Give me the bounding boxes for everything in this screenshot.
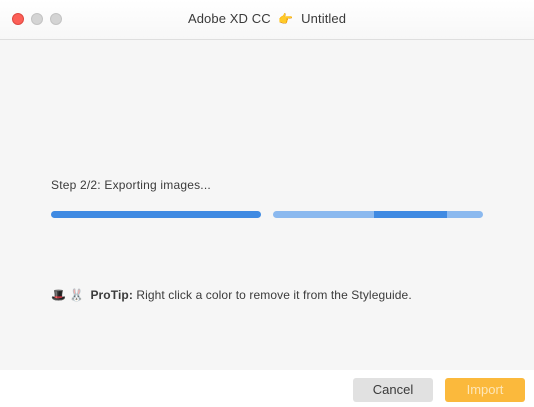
protip-text: Right click a color to remove it from th… [132, 288, 412, 302]
top-hat-icon: 🎩 [51, 288, 67, 302]
progress-bar-step-1 [51, 211, 261, 218]
protip-label: ProTip: [90, 288, 133, 302]
progress-step-label: Step 2/2: Exporting images... [51, 178, 211, 192]
app-name: Adobe XD CC [187, 11, 271, 26]
progress-bar-step-2 [273, 211, 483, 218]
document-name: Untitled [301, 11, 347, 26]
progress-bar-step-2-fill [374, 211, 447, 218]
protip: 🎩 🐰 ProTip: Right click a color to remove… [51, 288, 412, 302]
title-bar[interactable]: Adobe XD CC 👉 Untitled [0, 0, 534, 40]
window-title: Adobe XD CC 👉 Untitled [0, 11, 534, 26]
export-dialog-window: Adobe XD CC 👉 Untitled Step 2/2: Exporti… [0, 0, 534, 407]
cancel-button[interactable]: Cancel [353, 378, 433, 402]
import-button[interactable]: Import [445, 378, 525, 402]
rabbit-icon: 🐰 [69, 288, 85, 302]
pointing-hand-icon: 👉 [278, 12, 294, 26]
